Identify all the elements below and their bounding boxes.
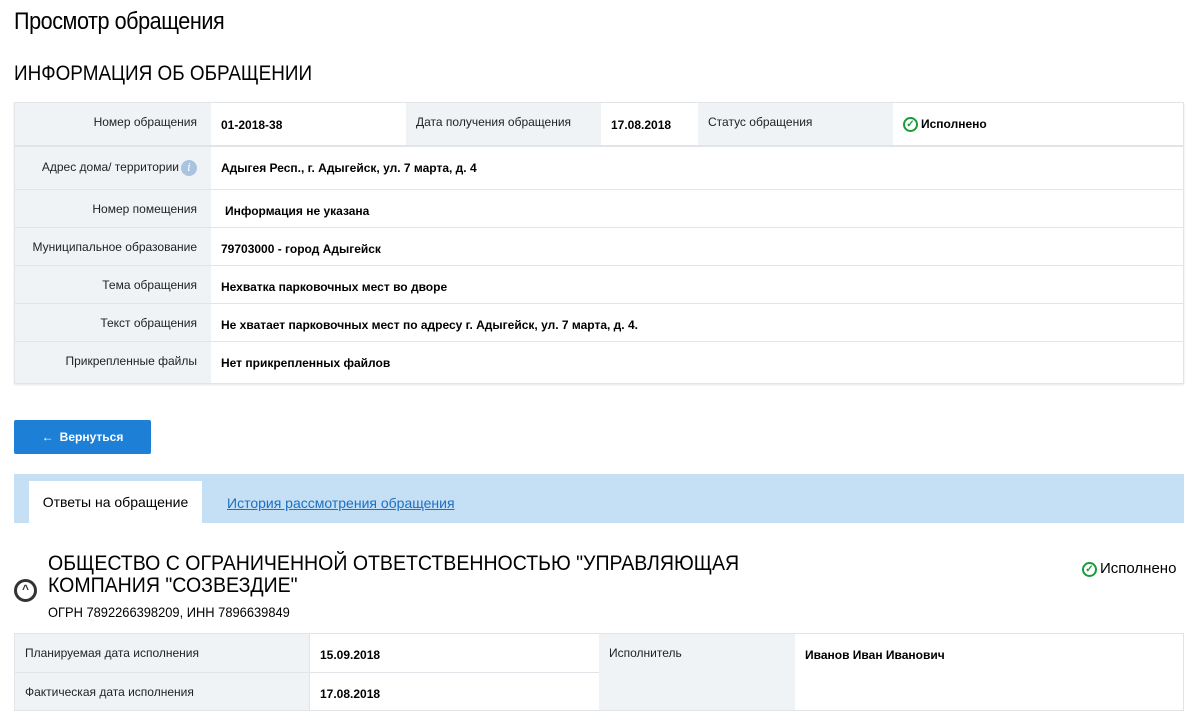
back-button-label: Вернуться <box>59 430 124 444</box>
tab-responses[interactable]: Ответы на обращение <box>29 481 202 523</box>
municipality-label: Муниципальное образование <box>15 228 211 265</box>
date-value: 17.08.2018 <box>601 103 698 145</box>
appeal-info-table: Номер обращения 01-2018-38 Дата получени… <box>14 102 1184 384</box>
topic-value: Нехватка парковочных мест во дворе <box>211 266 1183 303</box>
check-circle-icon: ✓ <box>1082 561 1097 577</box>
address-value: Адыгея Респ., г. Адыгейск, ул. 7 марта, … <box>211 147 1183 189</box>
date-label: Дата получения обращения <box>406 103 601 145</box>
response-status: ✓ Исполнено <box>1082 560 1176 577</box>
text-value: Не хватает парковочных мест по адресу г.… <box>211 304 1183 341</box>
address-label-text: Адрес дома/ территории <box>41 160 179 175</box>
text-label: Текст обращения <box>15 304 211 341</box>
planned-date-label: Планируемая дата исполнения <box>15 634 309 673</box>
executor-value: Иванов Иван Иванович <box>795 634 1183 710</box>
executor-label: Исполнитель <box>599 634 795 710</box>
planned-date-value: 15.09.2018 <box>310 634 599 673</box>
collapse-chevron-up-icon[interactable]: ^ <box>14 579 37 602</box>
actual-date-value: 17.08.2018 <box>310 673 599 710</box>
page-title: Просмотр обращения <box>14 8 225 35</box>
response-status-text: Исполнено <box>1100 560 1177 577</box>
room-value: Информация не указана <box>211 190 1183 227</box>
actual-date-label: Фактическая дата исполнения <box>15 673 309 710</box>
tab-bar: Ответы на обращение История рассмотрения… <box>14 474 1184 523</box>
organization-ids: ОГРН 7892266398209, ИНН 7896639849 <box>48 604 290 620</box>
response-table: Планируемая дата исполнения Фактическая … <box>14 633 1184 711</box>
organization-name: ОБЩЕСТВО С ОГРАНИЧЕННОЙ ОТВЕТСТВЕННОСТЬЮ… <box>48 552 740 597</box>
status-value: ✓ Исполнено <box>893 103 1183 145</box>
info-icon[interactable]: i <box>181 160 197 176</box>
address-label: Адрес дома/ территории i <box>15 147 211 189</box>
status-label: Статус обращения <box>698 103 893 145</box>
number-label: Номер обращения <box>15 103 211 145</box>
check-circle-icon: ✓ <box>903 117 918 133</box>
arrow-left-icon: ← <box>41 430 54 444</box>
files-label: Прикрепленные файлы <box>15 342 211 383</box>
tab-history[interactable]: История рассмотрения обращения <box>227 495 455 511</box>
municipality-value: 79703000 - город Адыгейск <box>211 228 1183 265</box>
status-text: Исполнено <box>921 117 987 131</box>
room-label: Номер помещения <box>15 190 211 227</box>
files-value: Нет прикрепленных файлов <box>211 342 1183 383</box>
back-button[interactable]: ← Вернуться <box>14 420 151 454</box>
section-title: ИНФОРМАЦИЯ ОБ ОБРАЩЕНИИ <box>14 62 313 85</box>
number-value: 01-2018-38 <box>211 103 406 145</box>
topic-label: Тема обращения <box>15 266 211 303</box>
